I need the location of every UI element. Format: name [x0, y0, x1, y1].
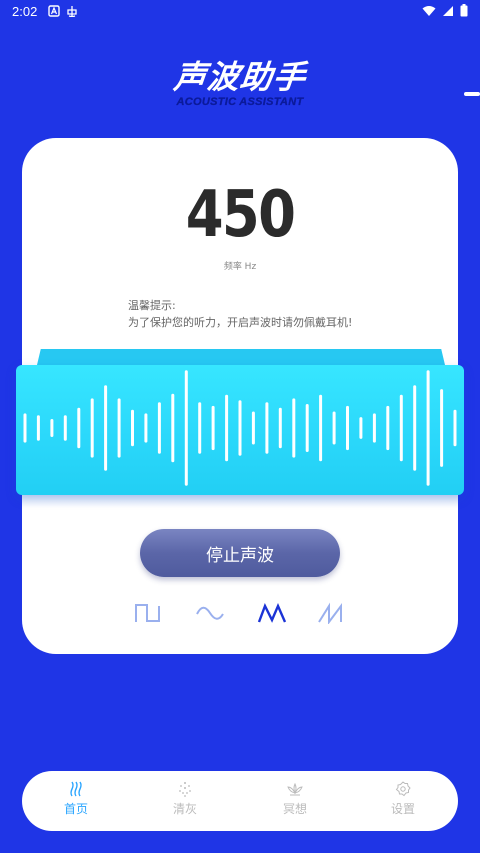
tip-title: 温馨提示:: [128, 299, 176, 312]
signal-icon: [443, 5, 453, 16]
nav-meditate[interactable]: 冥想: [265, 781, 325, 825]
wifi-icon: [422, 5, 436, 16]
dust-icon: [179, 782, 191, 797]
nav-home[interactable]: 首页: [46, 781, 106, 825]
logo-underline: [463, 92, 480, 96]
nav-dust-label: 清灰: [172, 802, 197, 816]
app-logo: 声波助手 ACOUSTIC ASSISTANT: [0, 58, 480, 108]
nav-settings[interactable]: 设置: [373, 781, 433, 825]
sawtooth-wave-icon[interactable]: [317, 602, 347, 624]
waveform-display: [16, 365, 464, 495]
notification-app-icon: [67, 6, 77, 17]
frequency-value[interactable]: 450: [55, 178, 426, 252]
tip-body: 为了保护您的听力，开启声波时请勿佩戴耳机!: [128, 316, 353, 329]
square-wave-icon[interactable]: [133, 602, 163, 624]
battery-icon: [460, 4, 468, 17]
lotus-icon: [287, 782, 303, 796]
waveform-bars: [23, 370, 457, 486]
logo-title: 声波助手: [171, 58, 308, 96]
status-time: 2:02: [12, 4, 38, 19]
notification-a-icon: [48, 5, 60, 17]
logo-subtitle: ACOUSTIC ASSISTANT: [176, 96, 304, 108]
sine-wave-icon[interactable]: [195, 602, 225, 624]
bottom-nav: 首页 清灰 冥想 设置: [22, 771, 458, 831]
nav-dust[interactable]: 清灰: [155, 781, 215, 825]
nav-home-label: 首页: [63, 802, 88, 816]
triangle-wave-icon[interactable]: [257, 602, 287, 624]
status-icons: [422, 4, 468, 17]
nav-settings-label: 设置: [390, 802, 415, 816]
stop-sound-button[interactable]: 停止声波: [140, 529, 340, 577]
frequency-unit-label: 频率 Hz: [223, 262, 257, 272]
wave-type-selector: [133, 602, 353, 624]
status-bar: 2:02: [0, 0, 480, 24]
gear-icon: [395, 781, 411, 797]
nav-meditate-label: 冥想: [282, 802, 307, 816]
home-wave-icon: [70, 781, 82, 797]
